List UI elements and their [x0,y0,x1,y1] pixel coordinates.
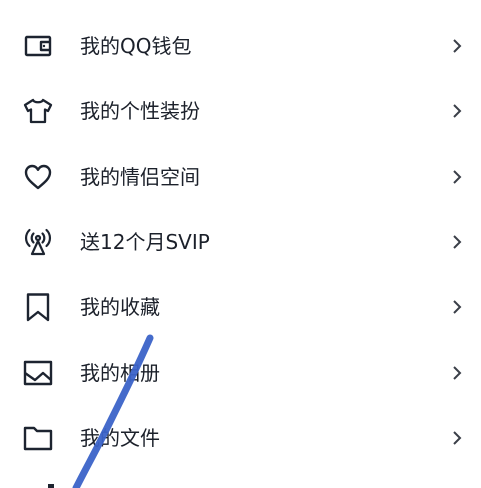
menu-item-svip-gift[interactable]: 送12个月SVIP [0,212,481,272]
folder-icon [22,422,54,454]
menu-label-favorites: 我的收藏 [80,295,160,319]
menu-item-files[interactable]: 我的文件 [0,408,481,468]
tshirt-icon [22,95,54,127]
menu-label-svip-gift: 送12个月SVIP [80,230,210,254]
partial-icon [48,484,54,488]
menu-item-partial[interactable] [0,470,481,488]
menu-label-album: 我的相册 [80,361,160,385]
chevron-right-icon [451,231,463,253]
chevron-right-icon [451,35,463,57]
chevron-right-icon [451,296,463,318]
menu-label-files: 我的文件 [80,426,160,450]
menu-item-favorites[interactable]: 我的收藏 [0,277,481,337]
menu-item-couple-space[interactable]: 我的情侣空间 [0,147,481,207]
menu-label-qq-wallet: 我的QQ钱包 [80,34,192,58]
menu-item-album[interactable]: 我的相册 [0,343,481,403]
broadcast-antenna-icon [22,226,54,258]
menu-item-qq-wallet[interactable]: 我的QQ钱包 [0,16,481,76]
heart-icon [22,161,54,193]
chevron-right-icon [451,362,463,384]
picture-icon [22,357,54,389]
menu-label-couple-space: 我的情侣空间 [80,165,200,189]
chevron-right-icon [451,100,463,122]
bookmark-icon [22,291,54,323]
chevron-right-icon [451,166,463,188]
wallet-icon [22,30,54,62]
menu-label-personal-theme: 我的个性装扮 [80,99,200,123]
menu-item-personal-theme[interactable]: 我的个性装扮 [0,81,481,141]
chevron-right-icon [451,427,463,449]
settings-menu-list: 我的QQ钱包 我的个性装扮 我的情侣空间 送12个月SVIP 我的收藏 我的相册… [0,0,481,488]
